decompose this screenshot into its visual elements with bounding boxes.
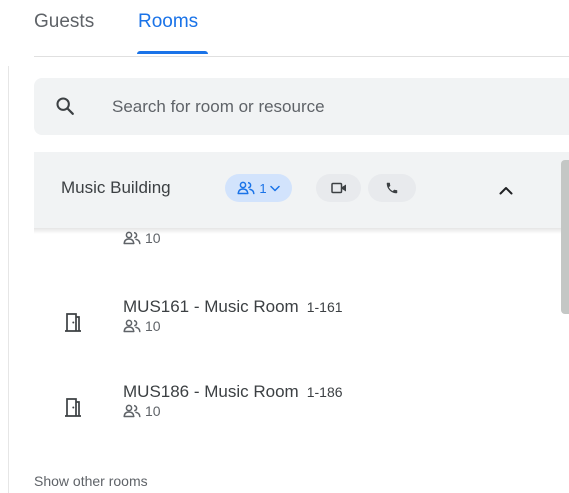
capacity-filter-chip[interactable]: 1 [225,174,292,202]
capacity-filter-value: 1 [259,180,267,196]
show-other-rooms-link[interactable]: Show other rooms [34,472,148,490]
meeting-room-icon [65,398,81,417]
phone-filter-chip[interactable] [368,174,416,202]
header-shadow [34,228,569,234]
people-icon [123,319,141,333]
people-icon [237,181,255,195]
room-item[interactable]: MUS186 - Music Room 1-186 10 [34,381,554,441]
chevron-down-icon [269,185,280,191]
room-title: MUS161 - Music Room 1-161 [123,296,343,318]
building-name: Music Building [61,178,171,197]
room-capacity: 10 [123,403,161,419]
video-camera-icon [330,182,346,194]
video-filter-chip[interactable] [316,174,361,202]
collapse-building-button[interactable] [494,178,518,202]
room-name: MUS161 - Music Room [123,297,299,316]
search-box[interactable] [34,78,569,135]
tab-rooms[interactable]: Rooms [138,8,198,36]
tab-guests[interactable]: Guests [34,8,94,36]
room-title: MUS186 - Music Room 1-186 [123,381,343,403]
room-code: 1-186 [306,384,343,400]
building-header[interactable]: Music Building 1 [34,152,569,228]
room-list: 10 MUS161 - Music Room 1-161 10 MUS186 -… [34,228,554,493]
people-icon [123,404,141,418]
chevron-up-icon [499,186,513,194]
phone-icon [386,182,398,194]
search-icon [56,97,74,115]
room-code: 1-161 [306,299,343,315]
room-name: MUS186 - Music Room [123,382,299,401]
room-capacity: 10 [123,318,161,334]
active-tab-indicator [137,51,208,54]
tab-bar: Guests Rooms [0,0,569,57]
search-input[interactable] [112,92,552,122]
tabs-divider [34,56,569,57]
scrollbar-thumb[interactable] [561,160,569,314]
room-item[interactable]: 10 [34,228,554,268]
meeting-room-icon [65,313,81,332]
panel-border [8,66,9,493]
room-capacity-value: 10 [145,403,161,419]
room-item[interactable]: MUS161 - Music Room 1-161 10 [34,296,554,356]
room-capacity-value: 10 [145,318,161,334]
